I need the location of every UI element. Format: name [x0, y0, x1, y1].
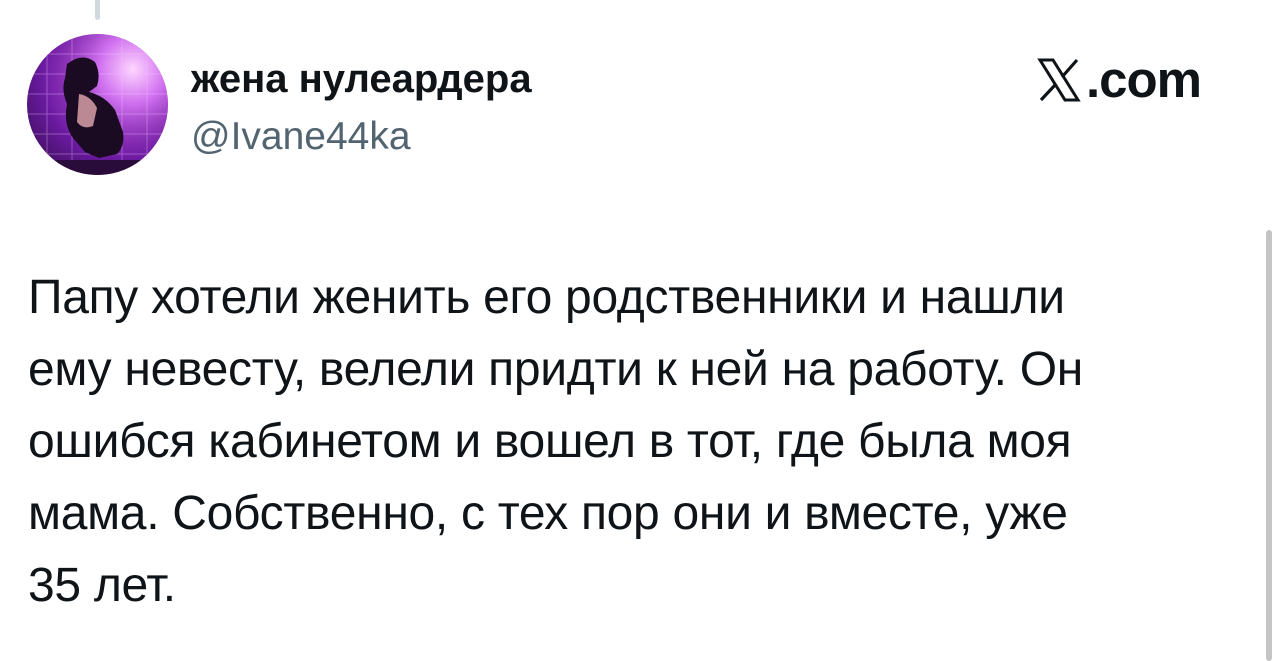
- x-logo-icon: [1037, 58, 1081, 102]
- tweet-text: Папу хотели женить его родственники и на…: [28, 262, 1258, 622]
- author-display-name[interactable]: жена нулеардера: [191, 55, 532, 103]
- tweet-text-line: Папу хотели женить его родственники и на…: [28, 271, 1065, 324]
- tweet-text-line: мама. Собственно, с тех пор они и вместе…: [28, 487, 1068, 540]
- x-com-logo: .com: [1036, 51, 1202, 108]
- avatar-photo-icon: [27, 34, 168, 175]
- tweet-text-line: ошибся кабинетом и вошел в тот, где была…: [28, 415, 1072, 468]
- author-handle[interactable]: @Ivane44ka: [191, 113, 411, 161]
- avatar[interactable]: [27, 34, 168, 175]
- scrollbar[interactable]: [1266, 230, 1272, 661]
- tweet-text-line: ему невесту, велели придти к ней на рабо…: [28, 343, 1083, 396]
- thread-connector-line: [95, 0, 100, 20]
- x-logo-domain: .com: [1086, 51, 1202, 108]
- tweet-text-line: 35 лет.: [28, 559, 176, 612]
